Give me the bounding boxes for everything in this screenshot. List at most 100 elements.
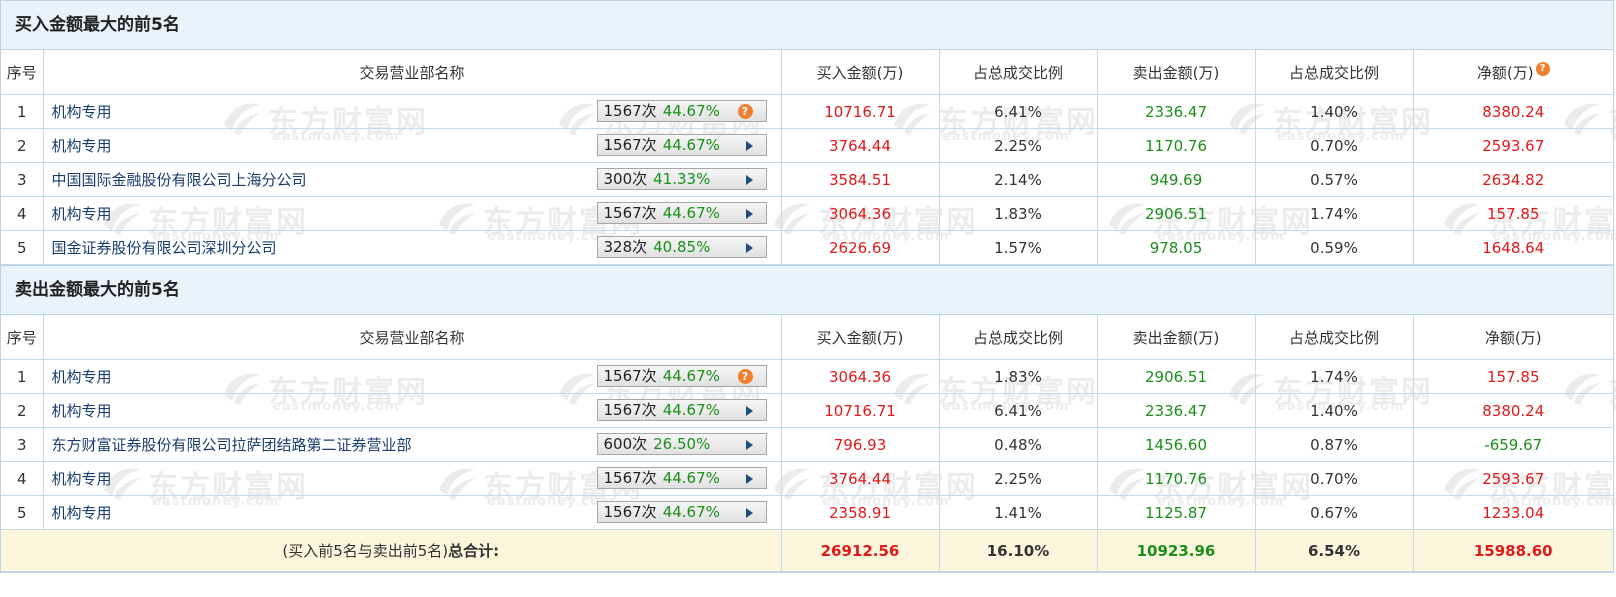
row-sell-ratio: 0.70% — [1254, 461, 1414, 496]
row-sell-ratio: 0.67% — [1254, 495, 1414, 530]
col-buy-ratio: 占总成交比例 — [938, 315, 1098, 360]
broker-cell: 机构专用 1567次 44.67% — [42, 495, 782, 530]
broker-name-link[interactable]: 机构专用 — [52, 402, 112, 420]
table-row: 2 机构专用 1567次 44.67% 3764.44 2.25% 1170.76 0.70%… — [1, 128, 1613, 163]
row-sell: 949.69 — [1096, 162, 1256, 197]
table-row: 3 东方财富证券股份有限公司拉萨团结路第二证券营业部 600次 26.50% 796.9… — [1, 427, 1613, 462]
question-icon[interactable]: ? — [737, 104, 753, 119]
broker-name-link[interactable]: 东方财富证券股份有限公司拉萨团结路第二证券营业部 — [52, 436, 412, 454]
row-sell: 1456.60 — [1096, 427, 1256, 462]
row-seq: 4 — [1, 461, 44, 496]
row-seq: 4 — [1, 196, 44, 231]
buy-table-header: 序号 交易营业部名称 买入金额(万) 占总成交比例 卖出金额(万) 占总成交比例… — [1, 50, 1613, 95]
broker-stats-button[interactable]: 328次 40.85% — [596, 236, 767, 258]
play-arrow-icon[interactable] — [745, 406, 753, 416]
broker-win-rate: 44.67% — [662, 401, 720, 419]
total-label: (买入前5名与卖出前5名)总合计: — [1, 529, 782, 572]
broker-name-link[interactable]: 机构专用 — [52, 137, 112, 155]
col-sell-ratio: 占总成交比例 — [1254, 315, 1414, 360]
play-arrow-icon[interactable] — [745, 474, 753, 484]
row-seq: 1 — [1, 94, 44, 129]
broker-trade-count: 1567次 — [603, 102, 657, 120]
play-arrow-icon[interactable] — [745, 440, 753, 450]
row-buy-ratio: 1.83% — [938, 359, 1098, 394]
play-arrow-icon[interactable] — [745, 141, 753, 151]
broker-stats-button[interactable]: 1567次 44.67% — [596, 467, 767, 489]
total-net: 15988.60 — [1412, 529, 1613, 572]
row-buy-ratio: 6.41% — [938, 94, 1098, 129]
row-net: 8380.24 — [1412, 393, 1613, 428]
broker-cell: 国金证券股份有限公司深圳分公司 328次 40.85% — [42, 230, 782, 265]
total-label-bold: 总合计: — [448, 542, 500, 560]
broker-stats-button[interactable]: 1567次 44.67%? — [596, 100, 767, 122]
total-label-prefix: (买入前5名与卖出前5名) — [282, 542, 449, 560]
col-buy: 买入金额(万) — [780, 315, 940, 360]
col-sell-ratio: 占总成交比例 — [1254, 50, 1414, 95]
row-sell-ratio: 1.74% — [1254, 196, 1414, 231]
col-name: 交易营业部名称 — [42, 50, 782, 95]
row-seq: 5 — [1, 495, 44, 530]
broker-cell: 机构专用 1567次 44.67% — [42, 461, 782, 496]
row-net: 157.85 — [1412, 196, 1613, 231]
row-buy-ratio: 2.25% — [938, 128, 1098, 163]
broker-cell: 机构专用 1567次 44.67% — [42, 393, 782, 428]
row-sell-ratio: 1.40% — [1254, 94, 1414, 129]
col-seq: 序号 — [1, 315, 44, 360]
broker-stats-button[interactable]: 1567次 44.67% — [596, 202, 767, 224]
broker-stats-button[interactable]: 1567次 44.67%? — [596, 365, 767, 387]
broker-name-link[interactable]: 中国国际金融股份有限公司上海分公司 — [52, 171, 307, 189]
play-arrow-icon[interactable] — [745, 508, 753, 518]
row-buy: 10716.71 — [780, 393, 940, 428]
broker-name-link[interactable]: 机构专用 — [52, 504, 112, 522]
col-net-label: 净额(万) — [1476, 63, 1534, 82]
col-net: 净额(万)? — [1412, 50, 1613, 95]
broker-win-rate: 44.67% — [662, 469, 720, 487]
row-buy: 3764.44 — [780, 461, 940, 496]
broker-name-link[interactable]: 机构专用 — [52, 368, 112, 386]
col-buy-ratio: 占总成交比例 — [938, 50, 1098, 95]
row-net: 1648.64 — [1412, 230, 1613, 265]
row-seq: 1 — [1, 359, 44, 394]
broker-stats-button[interactable]: 600次 26.50% — [596, 433, 767, 455]
total-sell-ratio: 6.54% — [1254, 529, 1414, 572]
broker-trade-count: 1567次 — [603, 367, 657, 385]
broker-cell: 中国国际金融股份有限公司上海分公司 300次 41.33% — [42, 162, 782, 197]
row-buy-ratio: 1.83% — [938, 196, 1098, 231]
col-net: 净额(万) — [1412, 315, 1613, 360]
play-arrow-icon[interactable] — [745, 209, 753, 219]
broker-stats-button[interactable]: 1567次 44.67% — [596, 501, 767, 523]
col-sell: 卖出金额(万) — [1096, 315, 1256, 360]
total-sell: 10923.96 — [1096, 529, 1256, 572]
row-sell-ratio: 0.70% — [1254, 128, 1414, 163]
row-buy: 2626.69 — [780, 230, 940, 265]
row-buy-ratio: 1.57% — [938, 230, 1098, 265]
sell-table: 序号 交易营业部名称 买入金额(万) 占总成交比例 卖出金额(万) 占总成交比例… — [1, 315, 1613, 572]
row-net: 2634.82 — [1412, 162, 1613, 197]
broker-trade-count: 1567次 — [603, 503, 657, 521]
table-row: 1 机构专用 1567次 44.67%? 10716.71 6.41% 2336.47 1.4… — [1, 94, 1613, 129]
broker-stats-button[interactable]: 1567次 44.67% — [596, 134, 767, 156]
play-arrow-icon[interactable] — [745, 243, 753, 253]
broker-trade-count: 600次 — [603, 435, 648, 453]
net-help-icon[interactable]: ? — [1535, 61, 1550, 76]
buy-table: 序号 交易营业部名称 买入金额(万) 占总成交比例 卖出金额(万) 占总成交比例… — [1, 50, 1613, 265]
broker-name-link[interactable]: 机构专用 — [52, 205, 112, 223]
broker-name-link[interactable]: 机构专用 — [52, 103, 112, 121]
broker-cell: 机构专用 1567次 44.67% — [42, 128, 782, 163]
row-sell: 2336.47 — [1096, 94, 1256, 129]
row-buy: 10716.71 — [780, 94, 940, 129]
broker-stats-button[interactable]: 1567次 44.67% — [596, 399, 767, 421]
broker-name-link[interactable]: 机构专用 — [52, 470, 112, 488]
broker-name-link[interactable]: 国金证券股份有限公司深圳分公司 — [52, 239, 277, 257]
question-icon[interactable]: ? — [737, 369, 753, 384]
broker-win-rate: 40.85% — [653, 238, 711, 256]
total-buy-ratio: 16.10% — [938, 529, 1098, 572]
row-net: 1233.04 — [1412, 495, 1613, 530]
play-arrow-icon[interactable] — [745, 175, 753, 185]
row-seq: 3 — [1, 162, 44, 197]
broker-stats-button[interactable]: 300次 41.33% — [596, 168, 767, 190]
table-row: 5 机构专用 1567次 44.67% 2358.91 1.41% 1125.87 0.67%… — [1, 495, 1613, 530]
row-buy: 796.93 — [780, 427, 940, 462]
row-sell: 1170.76 — [1096, 128, 1256, 163]
row-net: 8380.24 — [1412, 94, 1613, 129]
